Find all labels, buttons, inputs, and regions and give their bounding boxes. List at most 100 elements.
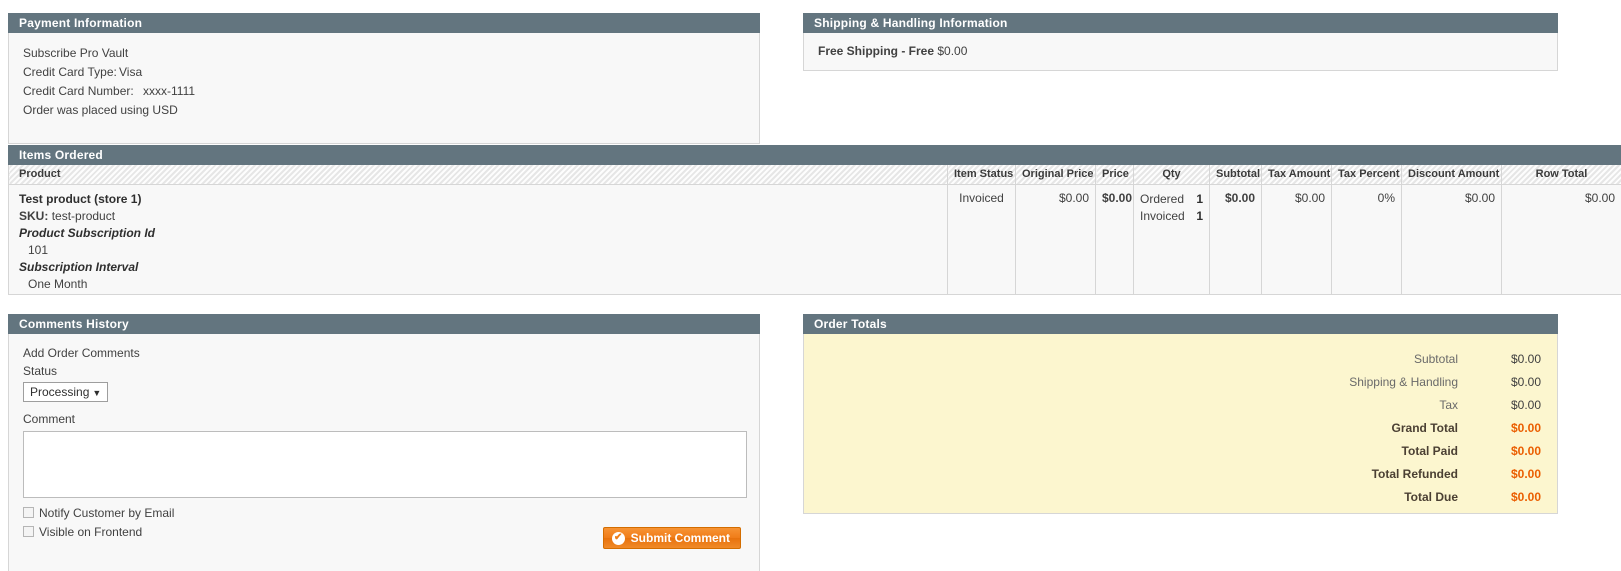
notify-customer-row[interactable]: Notify Customer by Email — [23, 505, 759, 522]
column-header-price: Price — [1095, 165, 1134, 185]
comments-history-panel: Comments History Add Order Comments Stat… — [8, 314, 760, 571]
payment-information-body: Subscribe Pro Vault Credit Card Type: Vis… — [8, 33, 760, 144]
items-ordered-heading: Items Ordered — [8, 145, 1621, 165]
comments-history-heading: Comments History — [8, 314, 760, 334]
currency-note: Order was placed using USD — [23, 103, 178, 117]
item-status-cell: Invoiced — [947, 184, 1016, 295]
comment-label: Comment — [23, 412, 76, 426]
item-option-label-1: Subscription Interval — [19, 259, 139, 274]
item-discount-amount-cell: $0.00 — [1401, 184, 1502, 295]
credit-card-type-label: Credit Card Type: — [23, 65, 117, 79]
notify-customer-label: Notify Customer by Email — [39, 506, 175, 520]
totals-row-total-refunded: Total Refunded $0.00 — [804, 462, 1557, 485]
item-qty-ordered-label: Ordered — [1140, 191, 1185, 206]
totals-label-total-refunded: Total Refunded — [1371, 466, 1458, 481]
item-qty-invoiced-value: 1 — [1196, 208, 1203, 223]
item-product-cell: Test product (store 1) SKU: test-product… — [8, 184, 948, 295]
shipping-price: $0.00 — [937, 44, 968, 58]
item-sku-label: SKU: — [19, 208, 49, 223]
check-circle-icon: ✔ — [611, 531, 625, 545]
payment-information-panel: Payment Information Subscribe Pro Vault … — [8, 13, 760, 144]
totals-row-shipping: Shipping & Handling $0.00 — [804, 370, 1557, 393]
status-select-value: Processing — [30, 385, 90, 399]
item-option-value-1: One Month — [28, 276, 88, 291]
totals-label-tax: Tax — [1439, 397, 1458, 412]
item-tax-percent-cell: 0% — [1331, 184, 1402, 295]
totals-value-shipping: $0.00 — [1510, 374, 1541, 389]
item-qty-cell: Ordered 1 Invoiced 1 — [1133, 184, 1210, 295]
notify-customer-checkbox[interactable] — [23, 507, 34, 518]
visible-on-frontend-label: Visible on Frontend — [39, 525, 143, 539]
order-view-page: Payment Information Subscribe Pro Vault … — [0, 0, 1621, 571]
totals-label-shipping: Shipping & Handling — [1349, 374, 1458, 389]
item-qty-ordered-row: Ordered 1 — [1140, 191, 1203, 208]
items-table-header-row: Product Item Status Original Price Price… — [8, 165, 1621, 185]
totals-label-total-due: Total Due — [1404, 489, 1458, 504]
column-header-discount-amount: Discount Amount — [1401, 165, 1502, 185]
totals-value-total-paid: $0.00 — [1510, 443, 1541, 458]
order-totals-panel: Order Totals Subtotal $0.00 Shipping & H… — [803, 314, 1558, 514]
column-header-original-price: Original Price — [1015, 165, 1096, 185]
column-header-product: Product — [8, 165, 948, 185]
credit-card-type-value: Visa — [119, 65, 143, 79]
totals-value-grand-total: $0.00 — [1510, 420, 1541, 435]
totals-label-grand-total: Grand Total — [1391, 420, 1458, 435]
item-option-label-0: Product Subscription Id — [19, 225, 156, 240]
order-totals-heading: Order Totals — [803, 314, 1558, 334]
totals-value-total-due: $0.00 — [1510, 489, 1541, 504]
column-header-qty: Qty — [1133, 165, 1210, 185]
credit-card-number-label: Credit Card Number: — [23, 84, 134, 98]
shipping-method-row: Free Shipping - Free $0.00 — [818, 44, 1557, 58]
item-original-price-cell: $0.00 — [1015, 184, 1096, 295]
totals-value-total-refunded: $0.00 — [1510, 466, 1541, 481]
totals-row-total-paid: Total Paid $0.00 — [804, 439, 1557, 462]
item-sku-value: test-product — [51, 208, 116, 223]
column-header-item-status: Item Status — [947, 165, 1016, 185]
visible-on-frontend-checkbox[interactable] — [23, 526, 34, 537]
items-ordered-table: Product Item Status Original Price Price… — [8, 165, 1621, 295]
order-totals-table: Subtotal $0.00 Shipping & Handling $0.00… — [804, 347, 1557, 508]
credit-card-number-row: Credit Card Number: xxxx-1111 — [23, 82, 759, 101]
totals-value-subtotal: $0.00 — [1510, 351, 1541, 366]
column-header-tax-percent: Tax Percent — [1331, 165, 1402, 185]
status-label: Status — [23, 364, 58, 378]
comment-input[interactable] — [23, 431, 747, 498]
column-header-tax-amount: Tax Amount — [1261, 165, 1332, 185]
items-ordered-panel: Items Ordered Product Item Status Origin… — [8, 145, 1621, 295]
submit-comment-label: Submit Comment — [630, 531, 730, 545]
shipping-handling-heading: Shipping & Handling Information — [803, 13, 1558, 33]
totals-row-tax: Tax $0.00 — [804, 393, 1557, 416]
shipping-method-label: Free Shipping - Free — [818, 44, 935, 58]
status-select[interactable]: Processing ▼ — [23, 382, 109, 402]
column-header-subtotal: Subtotal — [1209, 165, 1262, 185]
totals-row-subtotal: Subtotal $0.00 — [804, 347, 1557, 370]
item-price-cell: $0.00 — [1095, 184, 1134, 295]
credit-card-number-value: xxxx-1111 — [143, 84, 196, 98]
item-row-total-cell: $0.00 — [1501, 184, 1621, 295]
comments-history-body: Add Order Comments Status Processing ▼ Co… — [8, 334, 760, 571]
item-option-value-0: 101 — [28, 242, 49, 257]
item-qty-invoiced-row: Invoiced 1 — [1140, 208, 1203, 225]
totals-row-grand-total: Grand Total $0.00 — [804, 416, 1557, 439]
totals-label-subtotal: Subtotal — [1413, 351, 1458, 366]
item-tax-amount-cell: $0.00 — [1261, 184, 1332, 295]
totals-label-total-paid: Total Paid — [1401, 443, 1458, 458]
shipping-handling-panel: Shipping & Handling Information Free Shi… — [803, 13, 1558, 71]
credit-card-type-row: Credit Card Type: Visa — [23, 63, 759, 82]
payment-method: Subscribe Pro Vault — [23, 46, 129, 60]
totals-value-tax: $0.00 — [1510, 397, 1541, 412]
column-header-row-total: Row Total — [1501, 165, 1621, 185]
payment-information-heading: Payment Information — [8, 13, 760, 33]
shipping-handling-body: Free Shipping - Free $0.00 — [803, 33, 1558, 71]
item-qty-invoiced-label: Invoiced — [1140, 208, 1185, 223]
item-qty-ordered-value: 1 — [1196, 191, 1203, 206]
submit-comment-button[interactable]: ✔ Submit Comment — [602, 527, 741, 549]
item-subtotal-cell: $0.00 — [1209, 184, 1262, 295]
totals-row-total-due: Total Due $0.00 — [804, 485, 1557, 508]
add-order-comments-title: Add Order Comments — [23, 346, 140, 360]
item-product-name: Test product (store 1) — [19, 191, 142, 206]
chevron-down-icon: ▼ — [92, 388, 102, 398]
table-row: Test product (store 1) SKU: test-product… — [8, 184, 1621, 295]
order-totals-body: Subtotal $0.00 Shipping & Handling $0.00… — [803, 334, 1558, 514]
item-sku-row: SKU: test-product — [19, 208, 941, 225]
